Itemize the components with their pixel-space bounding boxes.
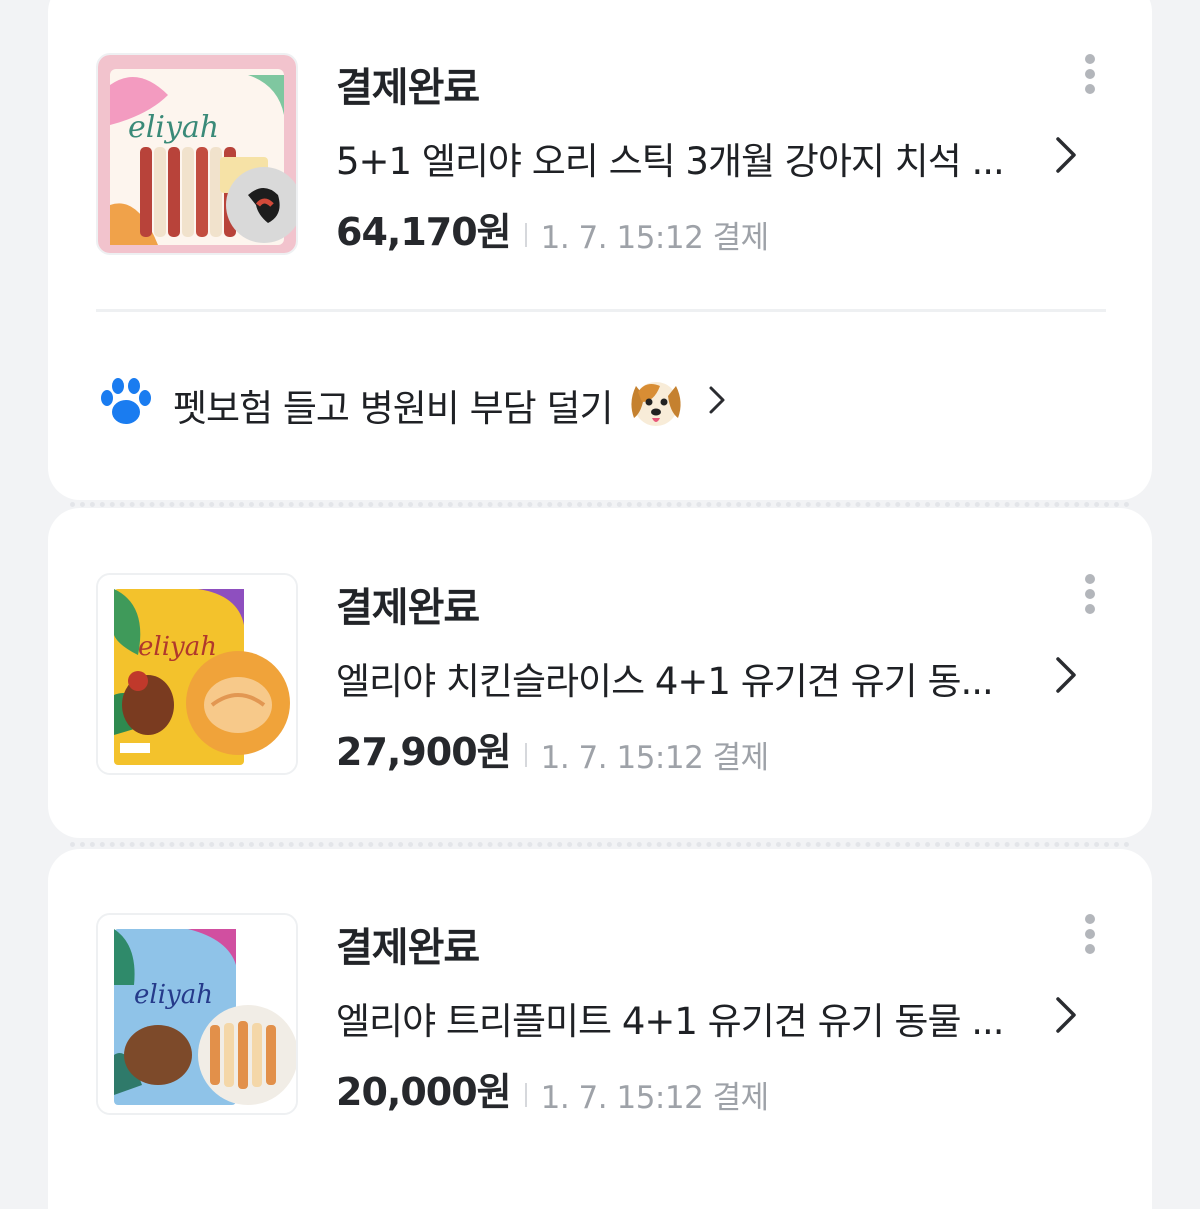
- order-price: 27,900원: [336, 730, 512, 774]
- meta-separator: [524, 742, 527, 767]
- paw-icon: [98, 376, 154, 432]
- more-vertical-icon[interactable]: [1080, 53, 1100, 99]
- dotted-separator: [70, 842, 1130, 847]
- meta-separator: [524, 222, 527, 247]
- order-meta: 1. 7. 15:12 결제: [540, 740, 770, 776]
- section-divider: [96, 309, 1106, 312]
- dog-face-icon: [626, 372, 686, 436]
- chevron-right-icon[interactable]: [1046, 653, 1086, 697]
- thumb-brand-text: eliyah: [134, 980, 213, 1010]
- order-price-row: 27,900원 1. 7. 15:12 결제: [336, 721, 769, 777]
- order-status: 결제완료: [336, 585, 480, 631]
- product-thumbnail[interactable]: eliyah: [96, 53, 298, 255]
- order-item[interactable]: eliyah 결제완료 5+1 엘리야 오리 스틱 3개월 강아지 치석 ...: [96, 53, 1106, 263]
- promo-text: 펫보험 들고 병원비 부담 덜기: [173, 387, 614, 430]
- chevron-right-icon[interactable]: [1046, 133, 1086, 177]
- product-name[interactable]: 5+1 엘리야 오리 스틱 3개월 강아지 치석 ...: [336, 131, 1036, 185]
- chevron-right-icon[interactable]: [1046, 993, 1086, 1037]
- more-vertical-icon[interactable]: [1080, 573, 1100, 619]
- order-item[interactable]: eliyah 결제완료 엘리야 트리플미트 4+1 유기견 유기 동물 ... …: [96, 913, 1106, 1123]
- order-meta: 1. 7. 15:12 결제: [540, 1080, 770, 1116]
- order-price-row: 20,000원 1. 7. 15:12 결제: [336, 1061, 769, 1117]
- meta-separator: [524, 1082, 527, 1107]
- ticket-notch: [35, 830, 61, 856]
- order-status: 결제완료: [336, 925, 480, 971]
- thumb-brand-text: eliyah: [138, 632, 217, 662]
- ticket-notch: [35, 490, 61, 516]
- product-thumbnail[interactable]: eliyah: [96, 913, 298, 1115]
- order-price-row: 64,170원 1. 7. 15:12 결제: [336, 201, 769, 257]
- product-name[interactable]: 엘리야 트리플미트 4+1 유기견 유기 동물 ...: [336, 991, 1036, 1045]
- order-price: 20,000원: [336, 1070, 512, 1114]
- chevron-right-icon[interactable]: [702, 382, 732, 422]
- order-status: 결제완료: [336, 65, 480, 111]
- ticket-notch: [1139, 830, 1165, 856]
- product-thumbnail[interactable]: eliyah: [96, 573, 298, 775]
- more-vertical-icon[interactable]: [1080, 913, 1100, 959]
- product-name[interactable]: 엘리야 치킨슬라이스 4+1 유기견 유기 동...: [336, 651, 1036, 705]
- order-price: 64,170원: [336, 210, 512, 254]
- ticket-notch: [1139, 490, 1165, 516]
- pet-insurance-promo[interactable]: 펫보험 들고 병원비 부담 덜기: [98, 372, 798, 432]
- order-meta: 1. 7. 15:12 결제: [540, 220, 770, 256]
- dotted-separator: [70, 502, 1130, 507]
- order-item[interactable]: eliyah 결제완료 엘리야 치킨슬라이스 4+1 유기견 유기 동... 2…: [96, 573, 1106, 783]
- thumb-brand-text: eliyah: [128, 110, 219, 145]
